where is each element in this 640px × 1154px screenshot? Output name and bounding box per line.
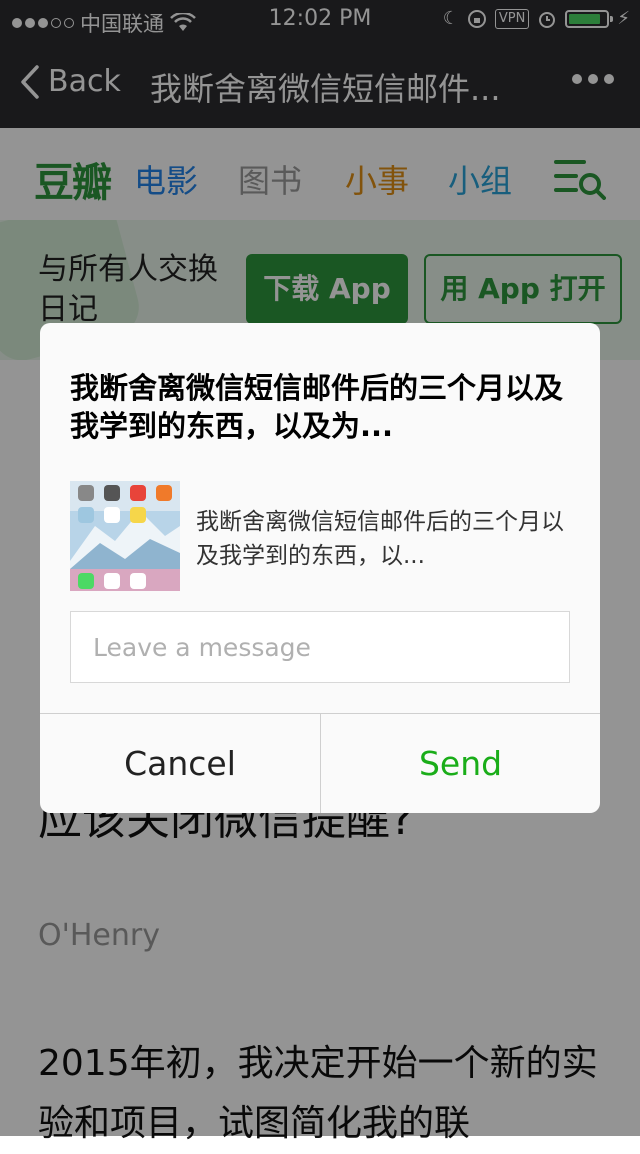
share-dialog: 我断舍离微信短信邮件后的三个月以及我学到的东西，以及为... 我断舍离微信短信邮… — [40, 323, 600, 813]
dialog-title: 我断舍离微信短信邮件后的三个月以及我学到的东西，以及为... — [70, 371, 564, 443]
cancel-button[interactable]: Cancel — [40, 714, 320, 813]
dialog-description: 我断舍离微信短信邮件后的三个月以及我学到的东西，以... — [196, 509, 564, 569]
message-input[interactable] — [70, 611, 570, 683]
send-button[interactable]: Send — [321, 714, 600, 813]
article-thumbnail — [70, 481, 180, 591]
